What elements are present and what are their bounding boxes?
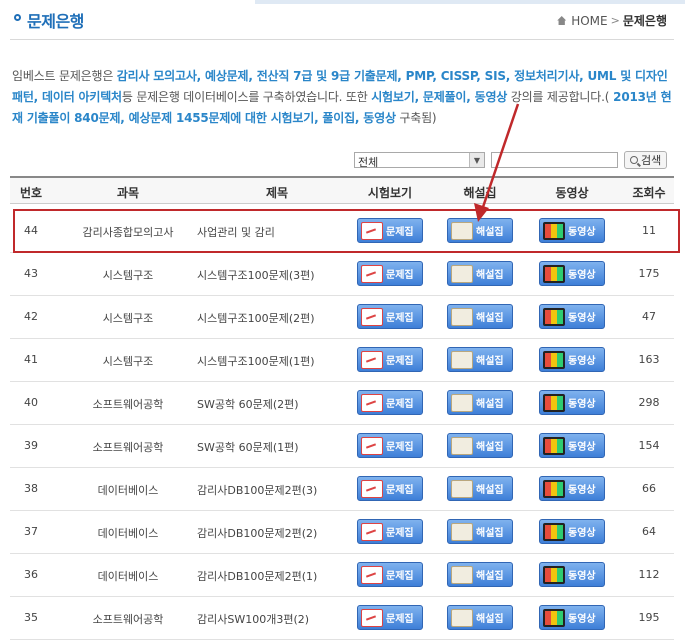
- annotation-arrow: [474, 103, 520, 222]
